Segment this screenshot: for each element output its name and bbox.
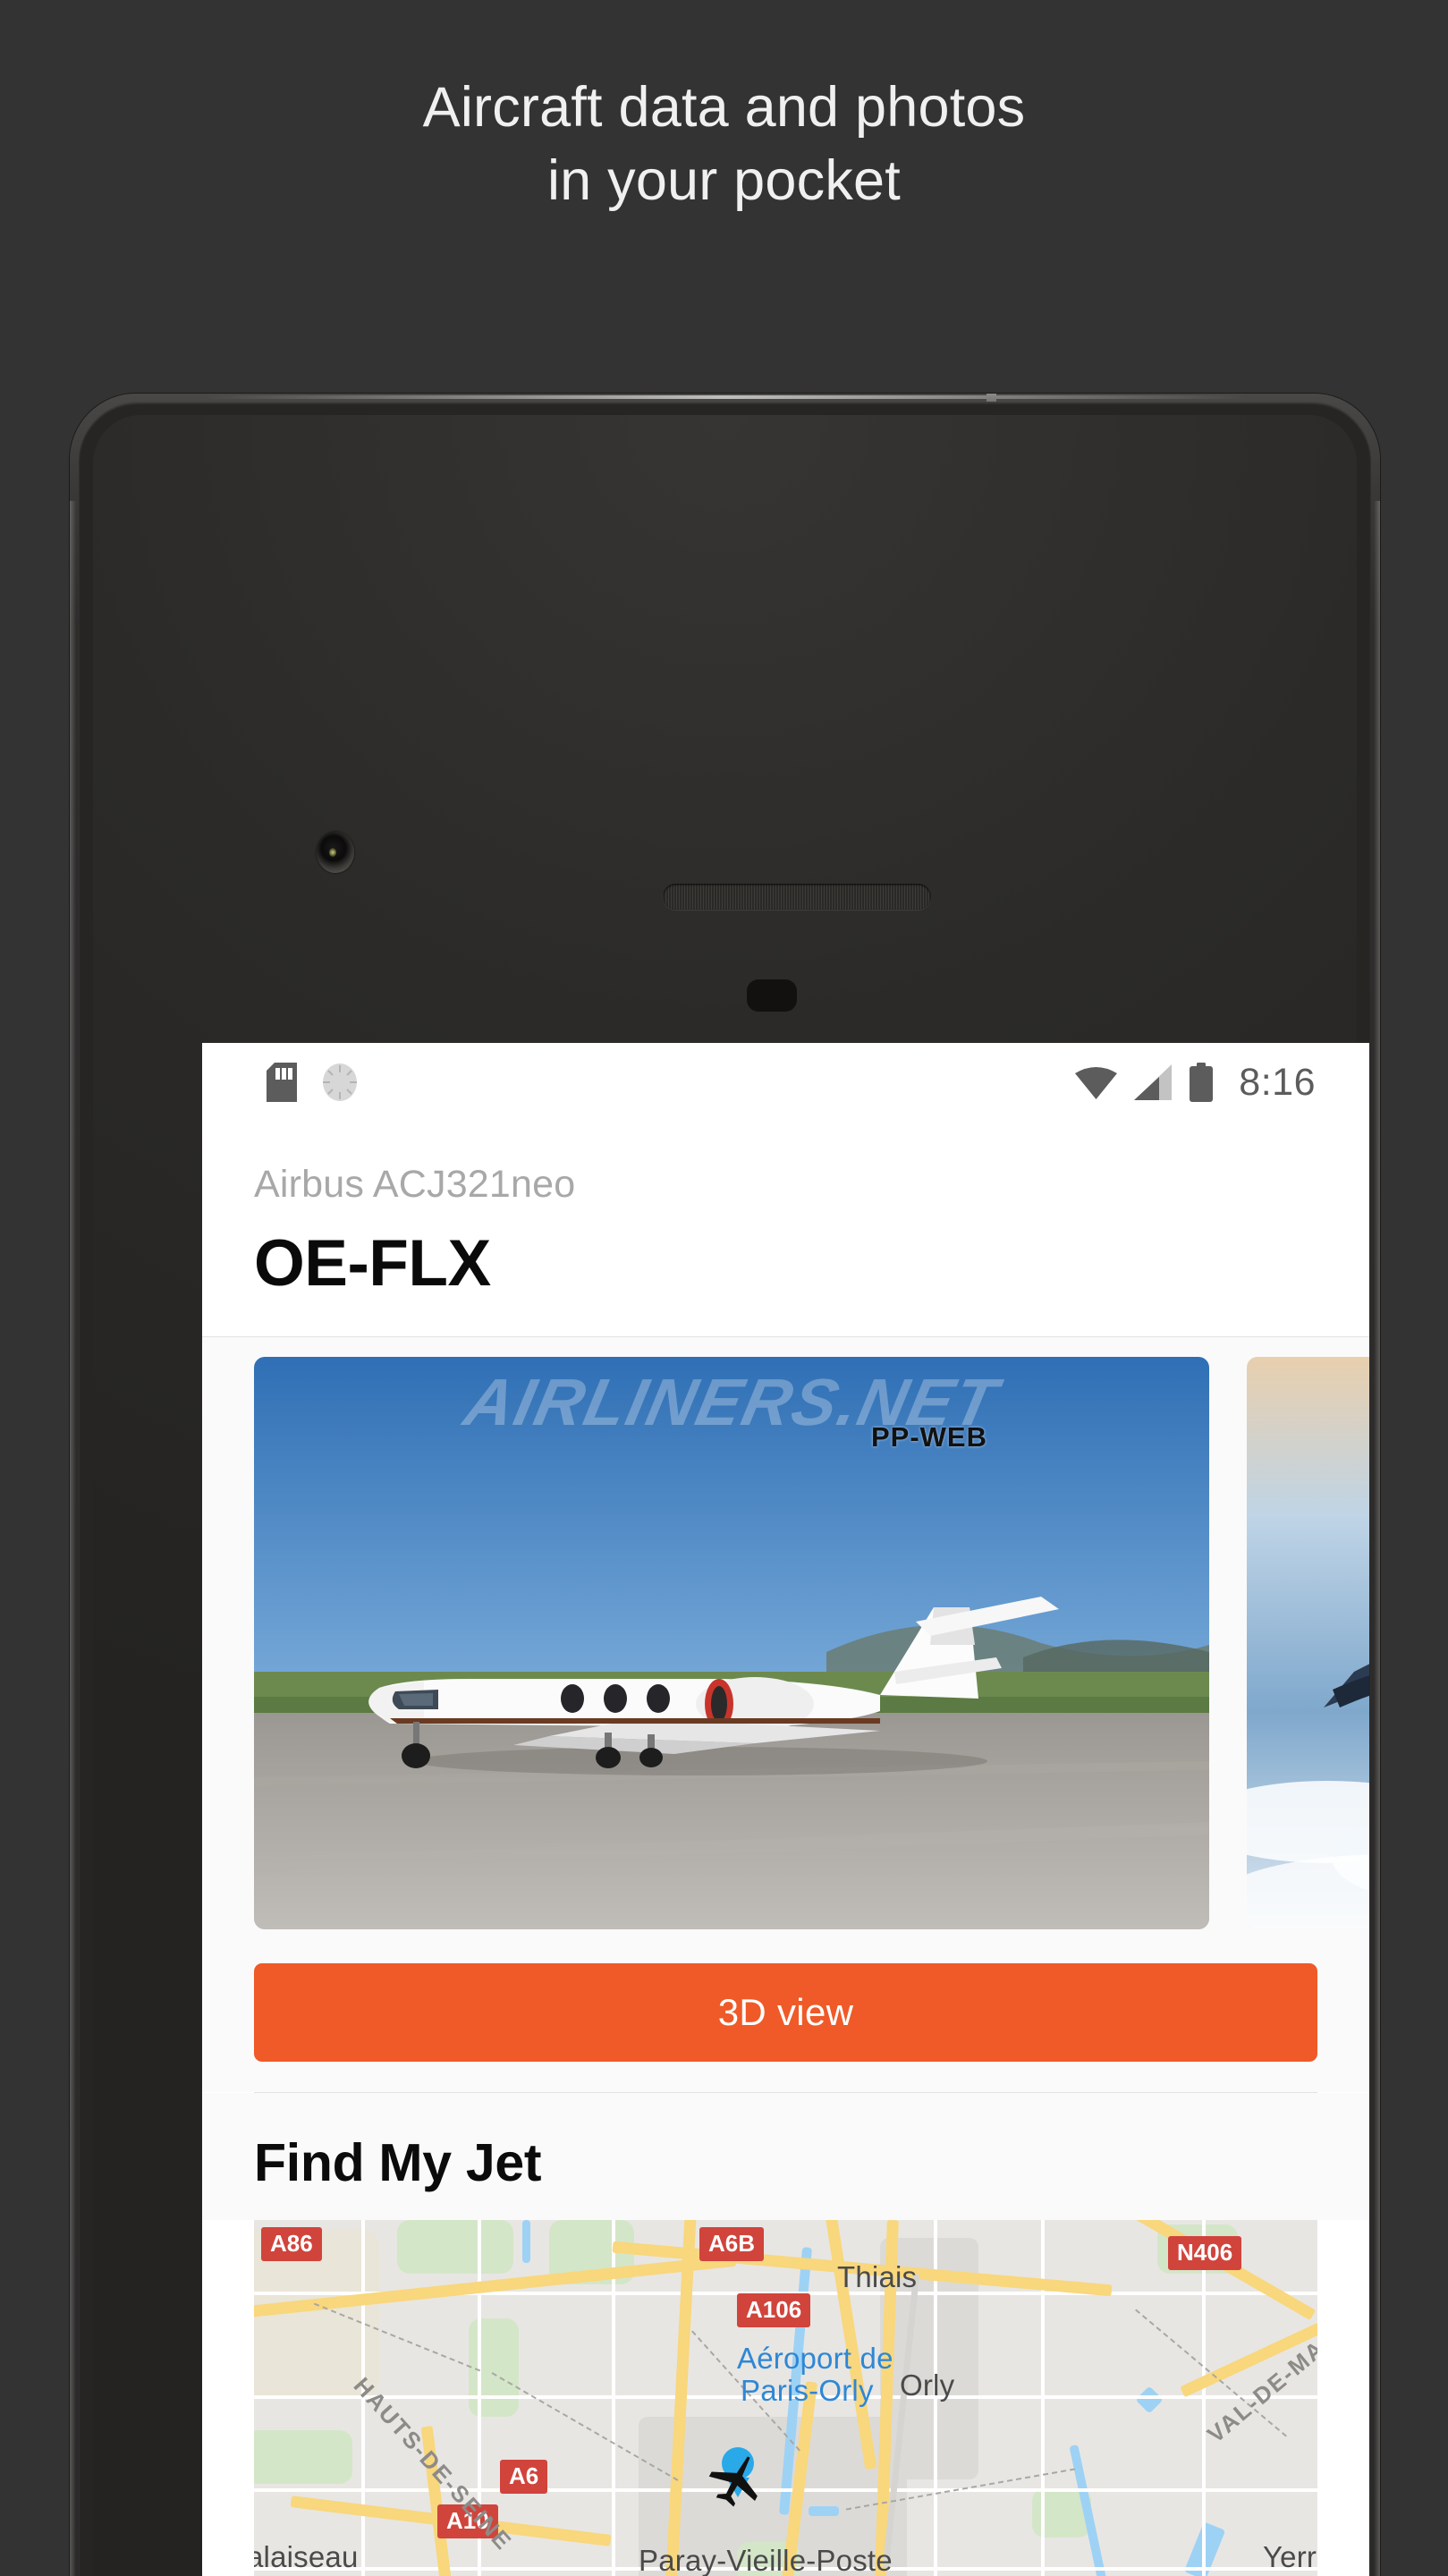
phone-mockup: 8:16 Airbus ACJ321neo OE-FLX AIRLINERS.N… xyxy=(70,394,1380,2576)
map-place-aeroport-line1: Aéroport de xyxy=(737,2342,893,2375)
map-shield-a6b: A6B xyxy=(699,2227,765,2261)
battery-icon xyxy=(1190,1063,1214,1102)
earpiece-speaker xyxy=(663,884,931,910)
status-bar: 8:16 xyxy=(202,1043,1369,1122)
map-place-yerres: Yerre xyxy=(1263,2540,1317,2573)
map-shield-a86: A86 xyxy=(261,2227,322,2261)
map-local-road-3 xyxy=(254,2488,1317,2492)
proximity-sensor xyxy=(747,979,797,1012)
map-shield-a106: A106 xyxy=(737,2293,811,2327)
sim-card-icon xyxy=(267,1063,297,1102)
promo-headline-line1: Aircraft data and photos xyxy=(422,76,1026,139)
action-bar: 3D view xyxy=(202,1929,1369,2092)
promo-headline-line2: in your pocket xyxy=(546,148,901,212)
gallery-photo-secondary[interactable] xyxy=(1247,1357,1369,1929)
map-place-orly: Orly xyxy=(900,2368,955,2402)
map-water-4 xyxy=(1135,2385,1164,2414)
status-bar-time: 8:16 xyxy=(1239,1061,1316,1104)
map-local-road-10 xyxy=(1202,2220,1206,2576)
map-place-paray: Paray-Vieille-Poste xyxy=(639,2544,893,2576)
map-local-road-9 xyxy=(1041,2220,1045,2576)
aircraft-model: Airbus ACJ321neo xyxy=(254,1163,576,1206)
find-my-jet-map[interactable]: A86 A6B A106 A6 A10 N406 Thiais Orly Aér… xyxy=(254,2220,1317,2576)
view-3d-button[interactable]: 3D view xyxy=(254,1963,1317,2062)
front-camera-icon xyxy=(317,832,354,873)
photo-tail-registration: PP-WEB xyxy=(871,1421,987,1453)
photo-gallery[interactable]: AIRLINERS.NET PP-WEB xyxy=(202,1337,1369,1929)
aircraft-position-marker[interactable] xyxy=(705,2445,771,2512)
disc-icon xyxy=(323,1063,357,1101)
find-my-jet-title: Find My Jet xyxy=(202,2093,1369,2220)
phone-screen: 8:16 Airbus ACJ321neo OE-FLX AIRLINERS.N… xyxy=(202,1043,1369,2576)
map-boundary-5 xyxy=(1135,2309,1287,2437)
phone-top-seam xyxy=(204,395,1246,399)
map-area-green-4 xyxy=(254,2430,352,2484)
aircraft-header: Airbus ACJ321neo OE-FLX xyxy=(202,1122,1369,1337)
status-bar-right: 8:16 xyxy=(1075,1061,1316,1104)
status-bar-left xyxy=(267,1063,360,1102)
map-water-1 xyxy=(522,2220,530,2263)
wifi-icon xyxy=(1075,1067,1118,1099)
map-area-green-1 xyxy=(397,2220,513,2274)
map-place-palaiseau: alaiseau xyxy=(254,2540,359,2573)
map-water-3 xyxy=(809,2506,839,2516)
map-shield-n406: N406 xyxy=(1168,2236,1242,2270)
map-place-aeroport-line2: Paris-Orly xyxy=(741,2374,874,2407)
cellular-signal-icon xyxy=(1134,1064,1173,1100)
promo-headline: Aircraft data and photos in your pocket xyxy=(0,72,1448,218)
aircraft-registration: OE-FLX xyxy=(254,1227,491,1300)
phone-edge-right xyxy=(1374,501,1380,2576)
phone-edge-left xyxy=(70,501,76,2576)
map-shield-a6: A6 xyxy=(500,2460,548,2494)
gallery-photo-primary[interactable]: AIRLINERS.NET PP-WEB xyxy=(254,1357,1209,1929)
map-place-thiais: Thiais xyxy=(837,2260,918,2293)
